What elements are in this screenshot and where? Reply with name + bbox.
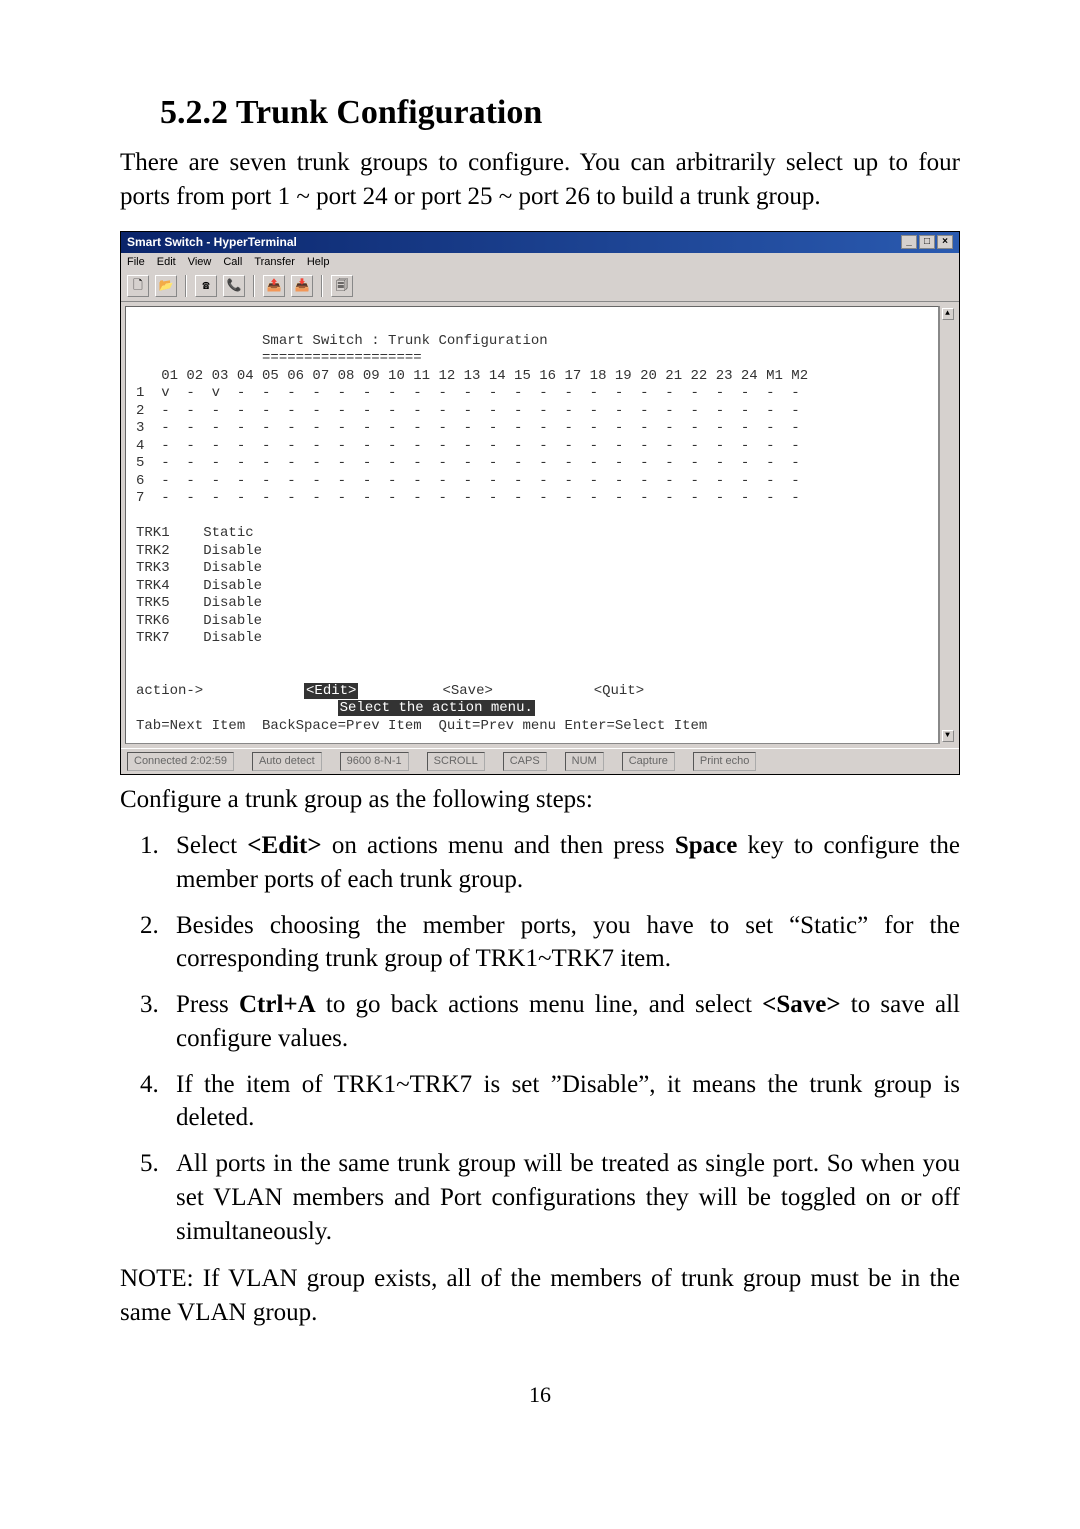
toolbar: 🗋 📂 ☎ 📞 📤 📥 🗐 <box>121 271 959 302</box>
menu-call[interactable]: Call <box>223 255 242 270</box>
status-capture: Capture <box>622 752 675 771</box>
menu-help[interactable]: Help <box>307 255 330 270</box>
toolbar-call-icon[interactable]: ☎ <box>195 275 217 297</box>
scrollbar[interactable]: ▲ ▼ <box>939 306 955 744</box>
menu-bar: File Edit View Call Transfer Help <box>121 253 959 272</box>
menu-view[interactable]: View <box>188 255 212 270</box>
status-caps: CAPS <box>503 752 547 771</box>
step-5: All ports in the same trunk group will b… <box>120 1147 960 1248</box>
status-scroll: SCROLL <box>427 752 485 771</box>
note-paragraph: NOTE: If VLAN group exists, all of the m… <box>120 1262 960 1330</box>
status-baud: 9600 8-N-1 <box>340 752 409 771</box>
steps-caption: Configure a trunk group as the following… <box>120 783 960 817</box>
minimize-icon[interactable]: _ <box>901 235 917 249</box>
hyperterminal-screenshot: Smart Switch - HyperTerminal _ □ × File … <box>120 231 960 775</box>
page-number: 16 <box>120 1380 960 1410</box>
maximize-icon[interactable]: □ <box>919 235 935 249</box>
toolbar-properties-icon[interactable]: 🗐 <box>331 275 353 297</box>
toolbar-open-icon[interactable]: 📂 <box>155 275 177 297</box>
toolbar-new-icon[interactable]: 🗋 <box>127 275 149 297</box>
intro-paragraph: There are seven trunk groups to configur… <box>120 146 960 214</box>
menu-edit[interactable]: Edit <box>157 255 176 270</box>
steps-list: Select <Edit> on actions menu and then p… <box>120 829 960 1248</box>
terminal-output: Smart Switch : Trunk Configuration =====… <box>125 306 939 744</box>
scroll-down-icon[interactable]: ▼ <box>942 730 954 742</box>
close-icon[interactable]: × <box>937 235 953 249</box>
window-titlebar: Smart Switch - HyperTerminal _ □ × <box>121 232 959 252</box>
status-detect: Auto detect <box>252 752 322 771</box>
step-2: Besides choosing the member ports, you h… <box>120 909 960 977</box>
step-3: Press Ctrl+A to go back actions menu lin… <box>120 988 960 1056</box>
toolbar-receive-icon[interactable]: 📥 <box>291 275 313 297</box>
status-bar: Connected 2:02:59 Auto detect 9600 8-N-1… <box>121 748 959 774</box>
step-1: Select <Edit> on actions menu and then p… <box>120 829 960 897</box>
step-4: If the item of TRK1~TRK7 is set ”Disable… <box>120 1068 960 1136</box>
menu-file[interactable]: File <box>127 255 145 270</box>
menu-transfer[interactable]: Transfer <box>254 255 295 270</box>
status-printecho: Print echo <box>693 752 757 771</box>
status-connected: Connected 2:02:59 <box>127 752 234 771</box>
scroll-up-icon[interactable]: ▲ <box>942 308 954 320</box>
window-title: Smart Switch - HyperTerminal <box>127 234 297 250</box>
toolbar-hangup-icon[interactable]: 📞 <box>223 275 245 297</box>
window-controls: _ □ × <box>901 235 953 249</box>
status-num: NUM <box>565 752 604 771</box>
section-heading: 5.2.2 Trunk Configuration <box>160 90 960 136</box>
toolbar-send-icon[interactable]: 📤 <box>263 275 285 297</box>
